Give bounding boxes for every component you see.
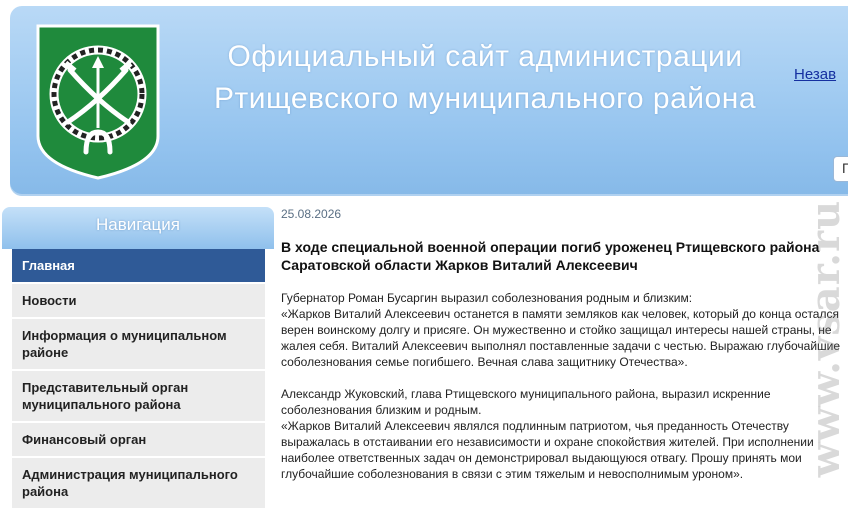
sidebar-item-main[interactable]: Главная	[12, 249, 265, 284]
district-head-intro: Александр Жуковский, глава Ртищевского м…	[281, 387, 771, 417]
site-header: Официальный сайт администрации Ртищевско…	[10, 6, 848, 196]
governor-quote: «Жарков Виталий Алексеевич останется в п…	[281, 307, 841, 369]
district-head-quote: «Жарков Виталий Алексеевич являлся подли…	[281, 419, 814, 481]
site-title: Официальный сайт администрации Ртищевско…	[185, 36, 785, 120]
search-input[interactable]: П	[833, 156, 848, 182]
article: 25.08.2026 В ходе специальной военной оп…	[281, 206, 848, 482]
sidebar-title: Навигация	[2, 207, 274, 249]
top-header-link[interactable]: Незав	[794, 66, 836, 83]
sidebar-menu: Главная Новости Информация о муниципальн…	[12, 249, 265, 510]
sidebar-item-administration[interactable]: Администрация муниципального района	[12, 458, 265, 510]
site-title-line-2: Ртищевского муниципального района	[214, 82, 756, 115]
sidebar-item-district-info[interactable]: Информация о муниципальном районе	[12, 319, 265, 371]
sidebar-item-representative-body[interactable]: Представительный орган муниципального ра…	[12, 371, 265, 423]
article-headline[interactable]: В ходе специальной военной операции поги…	[281, 238, 841, 274]
article-date: 25.08.2026	[281, 207, 342, 221]
site-title-line-1: Официальный сайт администрации	[227, 40, 743, 73]
sidebar-item-finance-body[interactable]: Финансовый орган	[12, 423, 265, 458]
sidebar-item-news[interactable]: Новости	[12, 284, 265, 319]
article-paragraph-governor: Губернатор Роман Бусаргин выразил соболе…	[281, 290, 846, 482]
coat-of-arms-icon[interactable]	[36, 24, 160, 180]
sidebar-navigation: Навигация Главная Новости Информация о м…	[2, 207, 274, 511]
governor-intro: Губернатор Роман Бусаргин выразил соболе…	[281, 291, 693, 305]
